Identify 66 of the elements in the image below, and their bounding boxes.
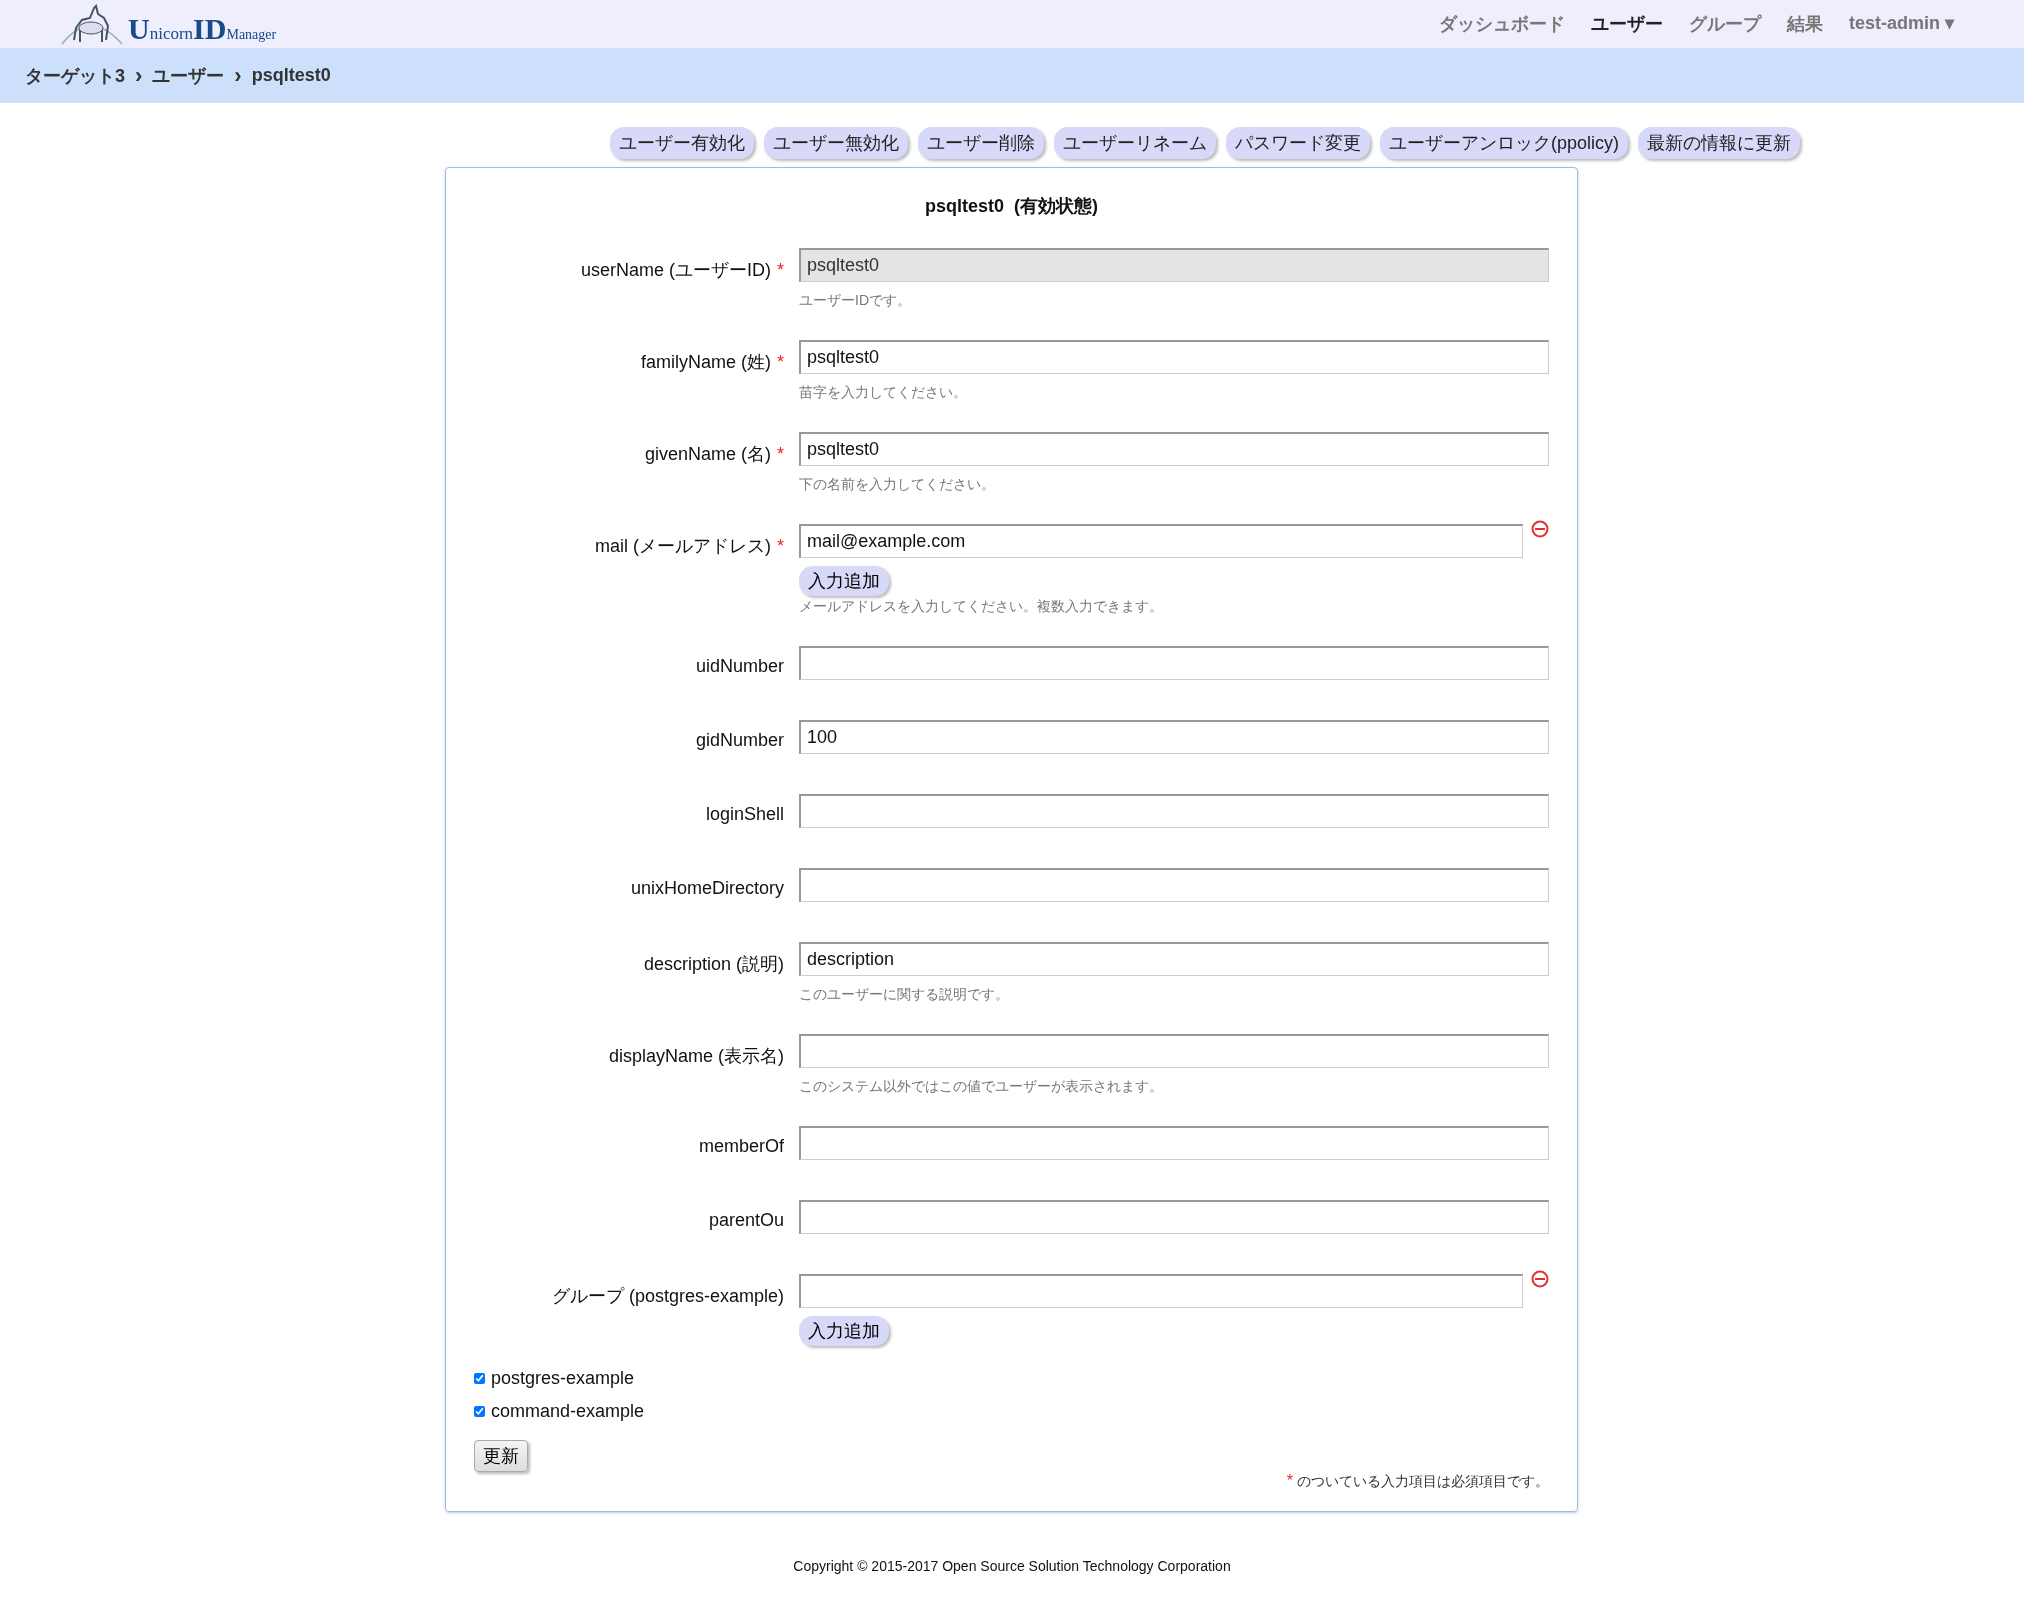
required-note: のついている入力項目は必須項目です。	[1297, 1473, 1549, 1489]
field-label: userName (ユーザーID)	[580, 260, 771, 280]
action-button[interactable]: ユーザーアンロック(ppolicy)	[1380, 127, 1629, 159]
checkbox-label: command-example	[491, 1401, 645, 1422]
add-input-button[interactable]: 入力追加	[799, 1316, 889, 1346]
field-label: parentOu	[708, 1210, 784, 1230]
text-field[interactable]	[799, 794, 1549, 828]
copyright-text: Copyright © 2015-2017 Open Source Solution Technology Corporation	[792, 1558, 1232, 1574]
field-label: グループ (postgres-example)	[551, 1286, 784, 1306]
update-button[interactable]: 更新	[474, 1440, 528, 1472]
action-button[interactable]: ユーザー有効化	[610, 127, 754, 159]
field-label: displayName (表示名)	[608, 1046, 784, 1066]
breadcrumb-item[interactable]: ターゲット3	[25, 63, 125, 88]
nav-link[interactable]: 結果	[1787, 12, 1823, 36]
breadcrumb-item[interactable]: ユーザー	[152, 63, 225, 88]
text-field[interactable]	[799, 868, 1549, 902]
checkbox-label: postgres-example	[491, 1368, 635, 1389]
add-input-button[interactable]: 入力追加	[799, 566, 889, 596]
breadcrumb-separator: ›	[135, 62, 143, 89]
form-title: psqltest0 (有効状態)	[924, 195, 1099, 218]
text-field[interactable]: 100	[799, 720, 1549, 754]
required-mark: *	[777, 444, 784, 464]
field-hint: 苗字を入力してください。	[799, 384, 968, 402]
checkbox[interactable]	[474, 1373, 485, 1384]
text-field[interactable]	[799, 646, 1549, 680]
logo-text: UnicornIDManager	[128, 12, 277, 46]
action-button[interactable]: 最新の情報に更新	[1638, 127, 1801, 159]
field-label: unixHomeDirectory	[630, 878, 784, 898]
required-mark: *	[1286, 1472, 1293, 1489]
field-label: gidNumber	[695, 730, 784, 750]
nav-link[interactable]: test-admin ▾	[1849, 12, 1954, 36]
field-label: memberOf	[698, 1136, 784, 1156]
field-hint: ユーザーIDです。	[799, 292, 912, 310]
field-label: mail (メールアドレス)	[595, 536, 771, 556]
action-button[interactable]: ユーザーリネーム	[1054, 127, 1216, 159]
required-mark: *	[777, 536, 784, 556]
text-field[interactable]	[799, 1200, 1549, 1234]
nav-link[interactable]: グループ	[1689, 12, 1761, 36]
field-label: loginShell	[705, 804, 784, 824]
text-field[interactable]	[799, 1274, 1523, 1308]
text-field[interactable]: description	[799, 942, 1549, 976]
field-label: familyName (姓)	[640, 352, 771, 372]
field-hint: このシステム以外ではこの値でユーザーが表示されます。	[799, 1078, 1164, 1096]
nav-link[interactable]: ユーザー	[1591, 12, 1663, 36]
action-button[interactable]: ユーザー無効化	[764, 127, 908, 159]
remove-icon[interactable]	[1531, 1270, 1549, 1288]
required-mark: *	[777, 352, 784, 372]
action-button[interactable]: パスワード変更	[1226, 127, 1370, 159]
breadcrumb-item: psqltest0	[251, 65, 331, 86]
checkbox[interactable]	[474, 1406, 485, 1417]
field-hint: 下の名前を入力してください。	[799, 476, 996, 494]
field-label: description (説明)	[643, 954, 784, 974]
nav-link[interactable]: ダッシュボード	[1439, 12, 1565, 36]
field-label: uidNumber	[695, 656, 784, 676]
remove-icon[interactable]	[1531, 520, 1549, 538]
field-label: givenName (名)	[644, 444, 771, 464]
field-hint: このユーザーに関する説明です。	[799, 986, 1010, 1004]
action-button[interactable]: ユーザー削除	[918, 127, 1044, 159]
text-field[interactable]: psqltest0	[799, 340, 1549, 374]
text-field[interactable]: psqltest0	[799, 432, 1549, 466]
field-hint: メールアドレスを入力してください。複数入力できます。	[799, 598, 1164, 616]
breadcrumb-separator: ›	[234, 62, 242, 89]
text-field[interactable]	[799, 1034, 1549, 1068]
text-field[interactable]	[799, 1126, 1549, 1160]
required-mark: *	[777, 260, 784, 280]
text-field[interactable]: mail@example.com	[799, 524, 1523, 558]
